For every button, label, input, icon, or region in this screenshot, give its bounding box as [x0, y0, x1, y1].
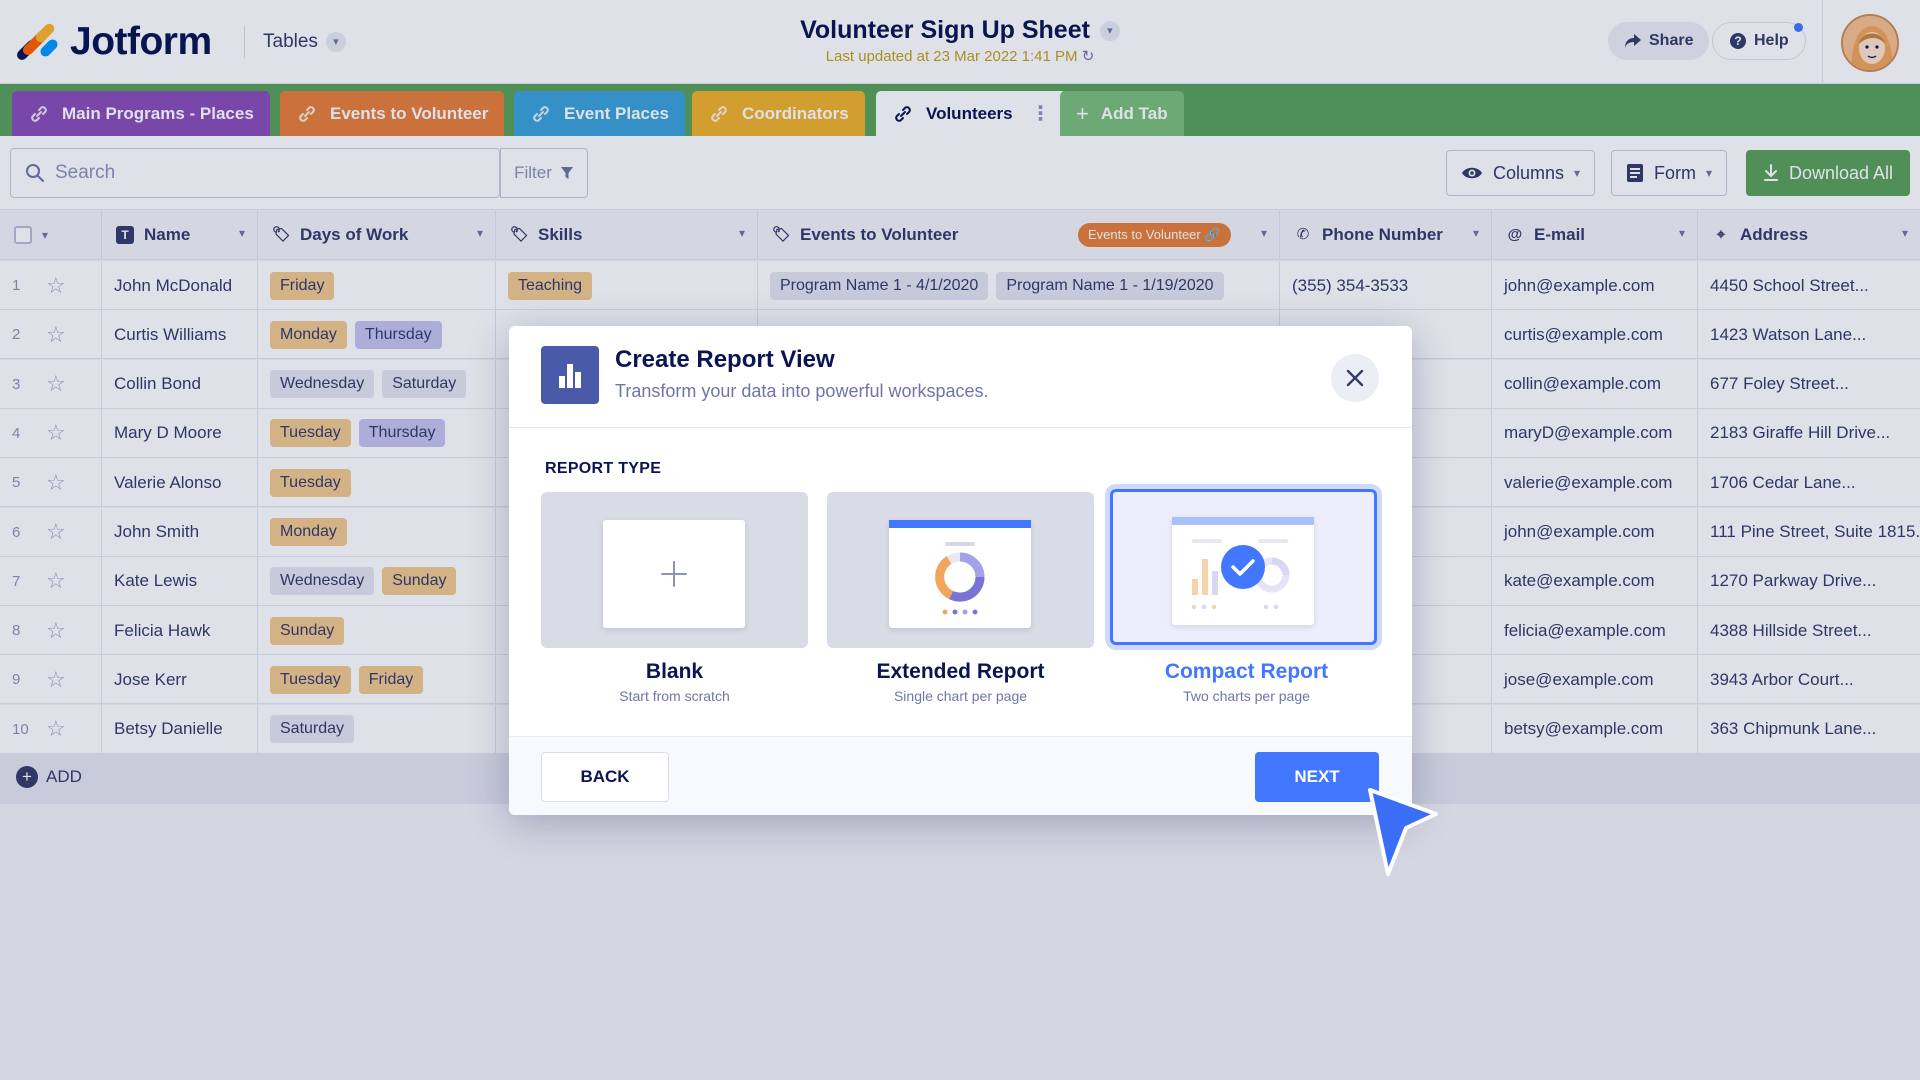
option-label: Blank — [645, 660, 704, 683]
modal-title: Create Report View — [615, 346, 835, 373]
compact-preview — [1172, 517, 1314, 625]
report-chart-icon — [541, 346, 599, 404]
close-icon — [1346, 369, 1364, 387]
modal-footer: BACK NEXT — [509, 736, 1412, 815]
modal-header: Create Report View Transform your data i… — [509, 326, 1412, 428]
plus-icon — [661, 561, 687, 587]
create-report-view-modal: Create Report View Transform your data i… — [509, 326, 1412, 815]
option-label: Compact Report — [1164, 660, 1329, 683]
report-type-label: REPORT TYPE — [545, 460, 662, 477]
blank-preview — [603, 520, 745, 628]
close-button[interactable] — [1331, 354, 1379, 402]
mouse-cursor-icon — [1368, 788, 1438, 876]
report-option-compact[interactable] — [1110, 489, 1377, 645]
option-description: Single chart per page — [893, 688, 1028, 704]
donut-chart-icon — [889, 520, 1031, 615]
option-description: Two charts per page — [1183, 688, 1310, 704]
report-option-blank[interactable] — [541, 492, 808, 648]
next-button[interactable]: NEXT — [1255, 752, 1379, 802]
option-label: Extended Report — [876, 660, 1045, 683]
two-charts-icon — [1172, 517, 1314, 610]
back-button[interactable]: BACK — [541, 752, 669, 802]
modal-subtitle: Transform your data into powerful worksp… — [615, 381, 989, 401]
option-description: Start from scratch — [619, 688, 730, 704]
report-option-extended[interactable] — [827, 492, 1094, 648]
extended-preview — [889, 520, 1031, 628]
